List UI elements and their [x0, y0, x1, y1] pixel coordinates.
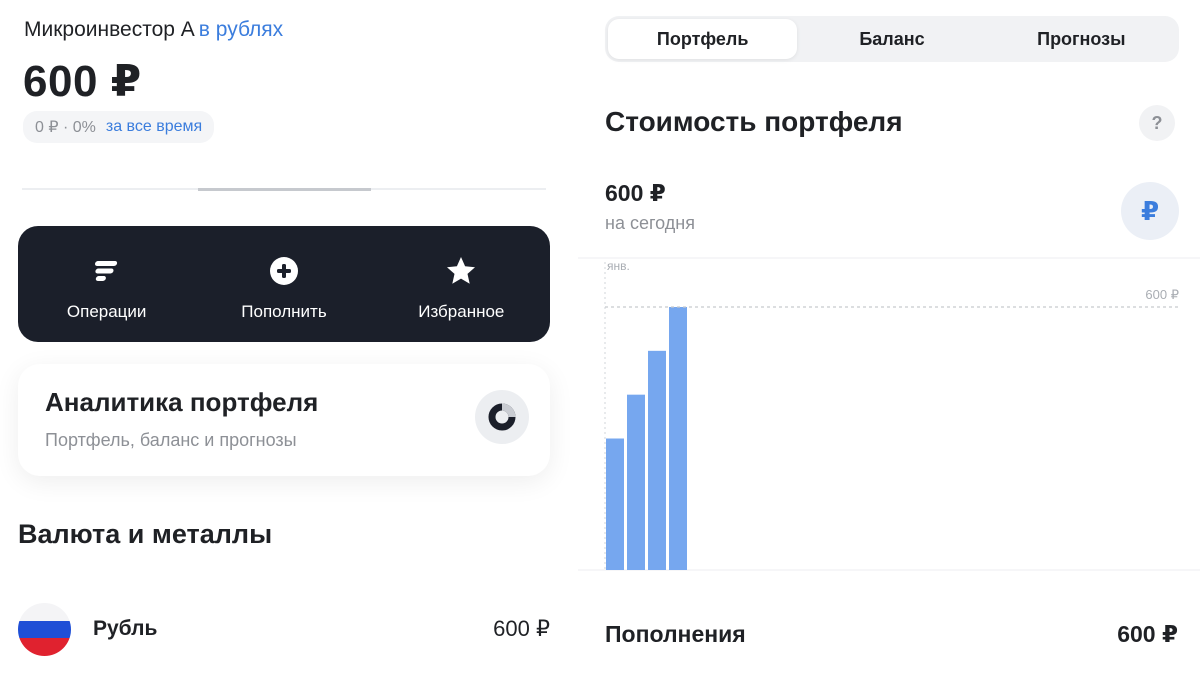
analytics-subtitle: Портфель, баланс и прогнозы	[45, 430, 297, 450]
plus-circle-icon	[269, 256, 299, 286]
operations-icon	[94, 256, 120, 286]
currency-selector[interactable]: в рублях	[199, 18, 283, 41]
currencies-section-title: Валюта и металлы	[18, 519, 273, 549]
account-name[interactable]: Микроинвестор А	[24, 18, 195, 41]
quick-actions: Операции Пополнить Избранное	[18, 226, 550, 342]
top-up-button[interactable]: Пополнить	[195, 226, 372, 342]
operations-label: Операции	[66, 302, 147, 321]
return-pill[interactable]: 0 ₽ · 0% за все время	[23, 111, 215, 143]
x-tick-label: янв.	[607, 259, 630, 273]
portfolio-value-chart: 600 ₽ янв.	[578, 257, 1200, 571]
deposits-label: Пополнения	[605, 621, 746, 647]
donut-chart-icon	[475, 390, 529, 444]
chart-bar	[627, 394, 645, 570]
analytics-title: Аналитика портфеля	[45, 387, 319, 417]
return-period[interactable]: за все время	[106, 118, 202, 136]
chart-bar	[648, 350, 666, 570]
chart-bar	[606, 438, 624, 570]
deposits-amount: 600 ₽	[1117, 621, 1178, 647]
account-header: Микроинвестор Ав рублях	[24, 18, 283, 42]
favorites-button[interactable]: Избранное	[373, 226, 550, 342]
account-total-value: 600 ₽	[23, 57, 142, 106]
favorites-label: Избранное	[418, 302, 505, 321]
currency-amount: 600 ₽	[493, 616, 550, 641]
currency-name: Рубль	[93, 617, 158, 640]
portfolio-analytics-card[interactable]: Аналитика портфеля Портфель, баланс и пр…	[18, 364, 550, 476]
russia-flag-icon	[18, 603, 71, 656]
account-panel: Микроинвестор Ав рублях 600 ₽ 0 ₽ · 0% з…	[0, 0, 578, 675]
return-change: 0 ₽ · 0%	[35, 119, 96, 136]
reference-line-label: 600 ₽	[1145, 287, 1179, 302]
top-up-label: Пополнить	[241, 302, 327, 321]
chart-bar	[669, 307, 687, 570]
star-icon	[446, 256, 476, 286]
analytics-panel: Портфель Баланс Прогнозы Стоимость портф…	[578, 0, 1200, 675]
operations-button[interactable]: Операции	[18, 226, 195, 342]
page-indicator-active	[198, 188, 371, 191]
